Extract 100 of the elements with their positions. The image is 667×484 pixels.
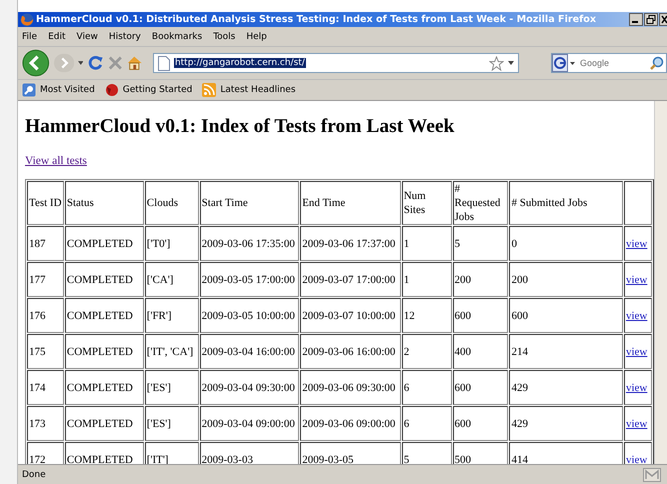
table-cell: 600 (452, 406, 508, 441)
table-cell: 2009-03-07 10:00:00 (300, 298, 401, 333)
table-cell: 1 (402, 226, 452, 261)
maximize-icon[interactable] (644, 13, 658, 26)
table-cell: 0 (509, 226, 623, 261)
table-cell: 2009-03-04 16:00:00 (200, 334, 300, 369)
table-cell: 176 (27, 298, 64, 333)
search-field[interactable]: Google (551, 53, 667, 73)
column-header: Test ID (27, 181, 64, 225)
close-icon[interactable] (659, 13, 667, 26)
search-input[interactable]: Google (578, 58, 648, 68)
bookmark-link[interactable]: Latest Headlines (220, 85, 296, 95)
search-icon[interactable] (650, 56, 664, 70)
table-cell: COMPLETED (64, 370, 144, 405)
table-cell: 2009-03-06 17:37:00 (300, 226, 401, 261)
magnifier-folder-icon (22, 83, 36, 97)
table-cell: 172 (27, 442, 64, 464)
table-cell: 414 (509, 442, 623, 464)
table-cell: 429 (509, 406, 623, 441)
menu-item[interactable]: Edit (48, 32, 66, 42)
table-cell: 174 (27, 370, 64, 405)
table-cell: COMPLETED (64, 226, 144, 261)
table-cell: ['ES'] (144, 370, 199, 405)
caret-icon[interactable] (508, 61, 514, 65)
url-text: http://gangarobot.cern.ch/st/ (174, 58, 306, 68)
page-icon (158, 56, 170, 70)
table-cell: ['IT'] (144, 442, 199, 464)
table-cell: 2009-03-07 17:00:00 (300, 262, 401, 297)
mail-icon (643, 468, 661, 482)
column-header: # Requested Jobs (452, 181, 508, 225)
table-cell: ['CA'] (144, 262, 199, 297)
table-cell: 214 (509, 334, 623, 369)
table-cell: 200 (509, 262, 623, 297)
menu-item[interactable]: Help (246, 32, 267, 42)
search-engine-icon[interactable] (552, 54, 576, 72)
column-header: Clouds (144, 181, 199, 225)
column-header: End Time (300, 181, 401, 225)
table-cell: ['T0'] (144, 226, 199, 261)
back-button-icon[interactable] (22, 48, 50, 78)
table-cell: 600 (509, 298, 623, 333)
star-icon[interactable] (489, 56, 504, 70)
menu-item[interactable]: Tools (213, 32, 236, 42)
table-cell: 400 (452, 334, 508, 369)
table-cell: COMPLETED (64, 298, 144, 333)
menu-item[interactable]: History (108, 32, 141, 42)
table-cell: 600 (452, 298, 508, 333)
table-cell: 12 (402, 298, 452, 333)
rss-feed-icon (202, 83, 216, 97)
firefox-logo-icon (104, 83, 119, 97)
table-cell: 2009-03-06 17:35:00 (200, 226, 300, 261)
firefox-logo-icon (20, 12, 34, 26)
address-field[interactable]: http://gangarobot.cern.ch/st/ (152, 53, 520, 73)
table-cell: ['IT', 'CA'] (144, 334, 199, 369)
table-cell: 5 (402, 442, 452, 464)
table-cell: 429 (509, 370, 623, 405)
table-cell: 2009-03-06 09:00:00 (300, 406, 401, 441)
status-text: Done (22, 470, 46, 480)
table-cell: 5 (452, 226, 508, 261)
table-cell: ['ES'] (144, 406, 199, 441)
column-header: Start Time (200, 181, 300, 225)
menu-item[interactable]: Bookmarks (152, 32, 202, 42)
minimize-icon[interactable] (629, 13, 643, 26)
table-cell: 2009-03-05 17:00:00 (200, 262, 300, 297)
menu-item[interactable]: File (22, 32, 38, 42)
table-cell: ['FR'] (144, 298, 199, 333)
table-cell: 187 (27, 226, 64, 261)
table-cell: 2009-03-03 (200, 442, 300, 464)
table-cell: 173 (27, 406, 64, 441)
caret-icon[interactable] (78, 61, 84, 65)
home-icon[interactable] (126, 55, 143, 71)
bookmark-link[interactable]: Most Visited (40, 85, 95, 95)
table-cell: 6 (402, 406, 452, 441)
table-cell: 2009-03-06 09:30:00 (300, 370, 401, 405)
page-heading: HammerCloud v0.1: Index of Tests from Last Week (25, 115, 456, 139)
table-cell: 6 (402, 370, 452, 405)
table-cell: COMPLETED (64, 406, 144, 441)
table-cell: 2009-03-04 09:00:00 (200, 406, 300, 441)
table-cell: 2009-03-06 16:00:00 (300, 334, 401, 369)
table-cell: 500 (452, 442, 508, 464)
table-cell: 600 (452, 370, 508, 405)
column-header: Status (64, 181, 144, 225)
table-cell: 177 (27, 262, 64, 297)
table-cell: 2 (402, 334, 452, 369)
table-cell: 2009-03-05 (300, 442, 401, 464)
menu-item[interactable]: View (76, 32, 98, 42)
table-cell: 1 (402, 262, 452, 297)
column-header: # Submitted Jobs (509, 181, 623, 225)
table-cell: 175 (27, 334, 64, 369)
table-cell: 2009-03-04 09:30:00 (200, 370, 300, 405)
table-cell: COMPLETED (64, 262, 144, 297)
table-cell: COMPLETED (64, 334, 144, 369)
scrollbar[interactable] (654, 101, 667, 464)
view-all-link[interactable]: View all tests (25, 155, 87, 167)
bookmark-link[interactable]: Getting Started (122, 85, 192, 95)
table-cell: 200 (452, 262, 508, 297)
table-cell: 2009-03-05 10:00:00 (200, 298, 300, 333)
reload-icon[interactable] (87, 54, 104, 72)
window-title: HammerCloud v0.1: Distributed Analysis Stress Testing: Index of Tests from Last Week - Mozilla Firefox (36, 14, 598, 25)
table-cell: COMPLETED (64, 442, 144, 464)
column-header: Num Sites (402, 181, 452, 225)
